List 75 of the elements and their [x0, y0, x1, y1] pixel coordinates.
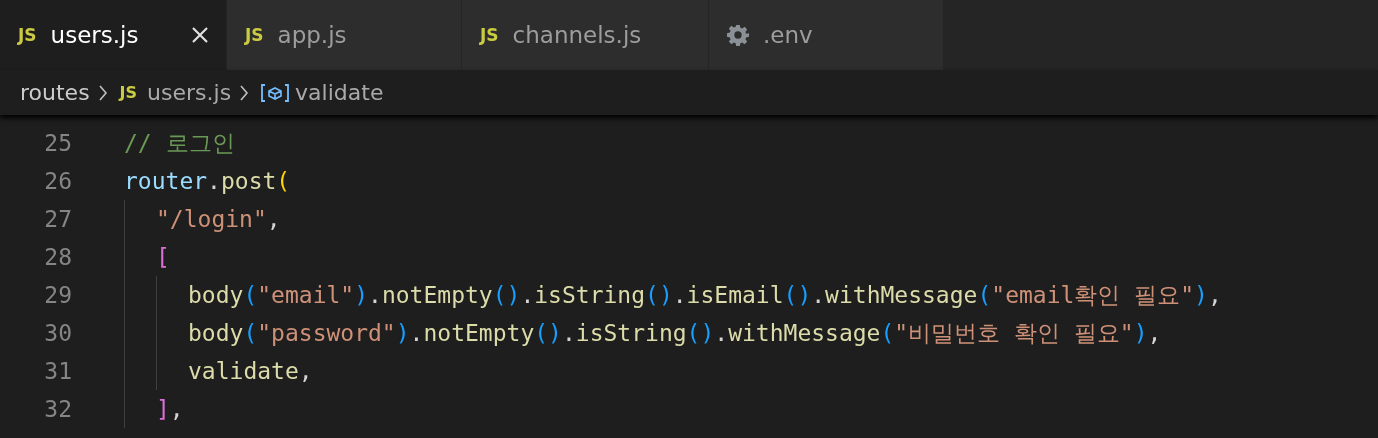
- code-token: ,: [1207, 281, 1222, 310]
- code-token: ,: [169, 395, 184, 424]
- js-file-icon: JS: [18, 25, 37, 45]
- code-token: .: [672, 281, 687, 310]
- code-string: "/login": [156, 205, 267, 234]
- js-file-icon: JS: [119, 83, 138, 102]
- js-file-icon: JS: [245, 25, 264, 45]
- code-comment: // 로그인: [124, 129, 235, 158]
- editor-tab[interactable]: JS users.js: [0, 0, 227, 70]
- code-token: withMessage: [728, 319, 881, 348]
- line-number: 32: [43, 396, 72, 422]
- code-token: post: [220, 167, 277, 196]
- variable-symbol-icon: [261, 82, 290, 103]
- code-token: isString: [534, 281, 646, 310]
- line-number: 26: [43, 168, 72, 194]
- code-token: body: [188, 319, 244, 348]
- code-token: .: [520, 281, 535, 310]
- tab-label: channels.js: [512, 22, 643, 48]
- code-token: (: [276, 167, 291, 196]
- breadcrumb-item[interactable]: validate: [295, 80, 384, 105]
- code-string: "password": [257, 319, 396, 348]
- code-token: ): [1133, 319, 1148, 348]
- code-token: (): [645, 281, 673, 310]
- code-token: .: [561, 319, 576, 348]
- code-token: ): [395, 319, 410, 348]
- gear-icon: [727, 24, 749, 46]
- code-token: .: [409, 319, 424, 348]
- js-file-icon: JS: [480, 25, 499, 45]
- code-token: (: [243, 281, 258, 310]
- code-token: (): [492, 281, 521, 310]
- code-token: ]: [156, 395, 170, 424]
- code-token: withMessage: [825, 281, 978, 310]
- code-token: notEmpty: [423, 319, 535, 348]
- code-token: ): [1194, 281, 1208, 310]
- breadcrumb-item[interactable]: routes: [20, 80, 90, 105]
- code-token: ,: [298, 357, 313, 386]
- code-token: router: [124, 167, 208, 196]
- line-number: 25: [43, 130, 72, 156]
- code-token: isString: [575, 319, 687, 348]
- editor-tab[interactable]: JS app.js: [227, 0, 462, 70]
- code-token: .: [207, 167, 221, 196]
- code-token: (: [880, 319, 895, 348]
- code-string: "email확인 필요": [991, 281, 1195, 310]
- code-token: body: [188, 281, 244, 310]
- editor-tab[interactable]: .env: [709, 0, 944, 70]
- code-token: ,: [266, 205, 281, 234]
- code-token: [: [156, 243, 170, 272]
- code-token: .: [811, 281, 826, 310]
- breadcrumb-item[interactable]: users.js: [147, 80, 232, 105]
- line-number: 31: [43, 358, 72, 384]
- code-token: notEmpty: [381, 281, 493, 310]
- line-number: 29: [43, 282, 72, 308]
- code-token: (): [783, 281, 812, 310]
- line-number: 30: [43, 320, 72, 346]
- chevron-right-icon: [239, 84, 250, 101]
- code-token: (): [534, 319, 562, 348]
- code-token: validate: [188, 357, 299, 386]
- code-token: (: [243, 319, 258, 348]
- code-token: (: [977, 281, 992, 310]
- code-token: ): [354, 281, 369, 310]
- code-token: .: [714, 319, 729, 348]
- line-number: 28: [43, 244, 72, 270]
- code-string: "비밀번호 확인 필요": [894, 319, 1134, 348]
- tab-label: users.js: [50, 22, 140, 48]
- close-icon[interactable]: [190, 25, 210, 45]
- code-string: "email": [257, 281, 355, 310]
- line-number: 27: [43, 206, 72, 232]
- editor-tab[interactable]: JS channels.js: [462, 0, 709, 70]
- code-token: .: [368, 281, 382, 310]
- code-token: (): [686, 319, 715, 348]
- chevron-right-icon: [97, 84, 108, 101]
- tab-label: .env: [763, 22, 814, 48]
- code-token: isEmail: [686, 281, 784, 310]
- code-token: ,: [1147, 319, 1162, 348]
- tab-label: app.js: [277, 22, 348, 48]
